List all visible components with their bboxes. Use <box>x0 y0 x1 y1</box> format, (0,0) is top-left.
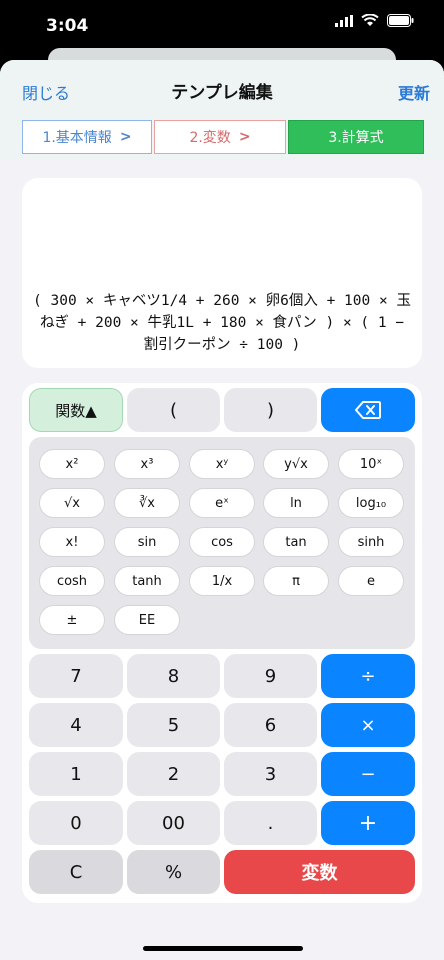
plus-key[interactable]: + <box>321 801 415 845</box>
divide-key[interactable]: ÷ <box>321 654 415 698</box>
home-indicator[interactable] <box>143 946 303 951</box>
close-paren-key[interactable]: ) <box>224 388 317 432</box>
nav-bar: 閉じる テンプレ編集 更新 1.基本情報 > 2.変数 > 3.計算式 <box>0 60 444 160</box>
status-time: 3:04 <box>46 16 89 36</box>
digit-6-key[interactable]: 6 <box>224 703 317 747</box>
backspace-icon <box>355 401 381 419</box>
status-bar: 3:04 <box>0 0 444 50</box>
update-button[interactable]: 更新 <box>398 80 430 104</box>
open-paren-key[interactable]: ( <box>127 388 220 432</box>
digit-0-key[interactable]: 0 <box>29 801 123 845</box>
step-basic-info-label: 1.基本情報 <box>42 130 112 146</box>
step-formula-label: 3.計算式 <box>328 130 384 146</box>
page-title: テンプレ編集 <box>171 83 273 103</box>
signal-icon <box>335 14 353 27</box>
fn-reciprocal[interactable]: 1/x <box>189 566 255 596</box>
chevron-right-icon: > <box>119 129 132 145</box>
fn-exp[interactable]: eˣ <box>189 488 255 518</box>
digit-5-key[interactable]: 5 <box>127 703 220 747</box>
fn-plus-minus[interactable]: ± <box>39 605 105 635</box>
step-variables-label: 2.変数 <box>189 130 231 146</box>
double-zero-key[interactable]: 00 <box>127 801 220 845</box>
step-formula[interactable]: 3.計算式 <box>288 120 424 154</box>
template-edit-sheet: 閉じる テンプレ編集 更新 1.基本情報 > 2.変数 > 3.計算式 ( 300 … <box>0 60 444 960</box>
digit-4-key[interactable]: 4 <box>29 703 123 747</box>
step-indicator: 1.基本情報 > 2.変数 > 3.計算式 <box>22 120 424 154</box>
functions-panel: x² x³ xʸ y√x 10ˣ √x ∛x eˣ ln log₁₀ x! si… <box>29 437 415 649</box>
keypad: 関数▲ ( ) x² x³ xʸ y√x 10ˣ √x ∛x eˣ ln log… <box>22 383 422 903</box>
formula-text: ( 300 × キャベツ1/4 + 260 × 卵6個入 + 100 × 玉ねぎ… <box>33 293 411 353</box>
fn-square[interactable]: x² <box>39 449 105 479</box>
backspace-key[interactable] <box>321 388 415 432</box>
digit-2-key[interactable]: 2 <box>127 752 220 796</box>
fn-ln[interactable]: ln <box>263 488 329 518</box>
digit-9-key[interactable]: 9 <box>224 654 317 698</box>
fn-cosh[interactable]: cosh <box>39 566 105 596</box>
variables-button[interactable]: 変数 <box>224 850 415 894</box>
fn-e[interactable]: e <box>338 566 404 596</box>
decimal-key[interactable]: . <box>224 801 317 845</box>
fn-factorial[interactable]: x! <box>39 527 105 557</box>
fn-sin[interactable]: sin <box>114 527 180 557</box>
minus-key[interactable]: − <box>321 752 415 796</box>
wifi-icon <box>361 14 379 26</box>
fn-log10[interactable]: log₁₀ <box>338 488 404 518</box>
fn-sinh[interactable]: sinh <box>338 527 404 557</box>
clear-key[interactable]: C <box>29 850 123 894</box>
fn-cube[interactable]: x³ <box>114 449 180 479</box>
percent-key[interactable]: % <box>127 850 220 894</box>
fn-yroot[interactable]: y√x <box>263 449 329 479</box>
fn-ee[interactable]: EE <box>114 605 180 635</box>
fn-pi[interactable]: π <box>263 566 329 596</box>
fn-cbrt[interactable]: ∛x <box>114 488 180 518</box>
battery-icon <box>387 14 414 27</box>
digit-7-key[interactable]: 7 <box>29 654 123 698</box>
digit-3-key[interactable]: 3 <box>224 752 317 796</box>
fn-cos[interactable]: cos <box>189 527 255 557</box>
fn-tanh[interactable]: tanh <box>114 566 180 596</box>
digit-8-key[interactable]: 8 <box>127 654 220 698</box>
digit-1-key[interactable]: 1 <box>29 752 123 796</box>
fn-ten-power[interactable]: 10ˣ <box>338 449 404 479</box>
fn-tan[interactable]: tan <box>263 527 329 557</box>
formula-display[interactable]: ( 300 × キャベツ1/4 + 260 × 卵6個入 + 100 × 玉ねぎ… <box>22 178 422 368</box>
status-icons <box>335 14 414 27</box>
step-variables[interactable]: 2.変数 > <box>154 120 286 154</box>
step-basic-info[interactable]: 1.基本情報 > <box>22 120 152 154</box>
functions-toggle-button[interactable]: 関数▲ <box>29 388 123 432</box>
fn-power[interactable]: xʸ <box>189 449 255 479</box>
fn-sqrt[interactable]: √x <box>39 488 105 518</box>
multiply-key[interactable]: × <box>321 703 415 747</box>
chevron-right-icon: > <box>238 129 251 145</box>
